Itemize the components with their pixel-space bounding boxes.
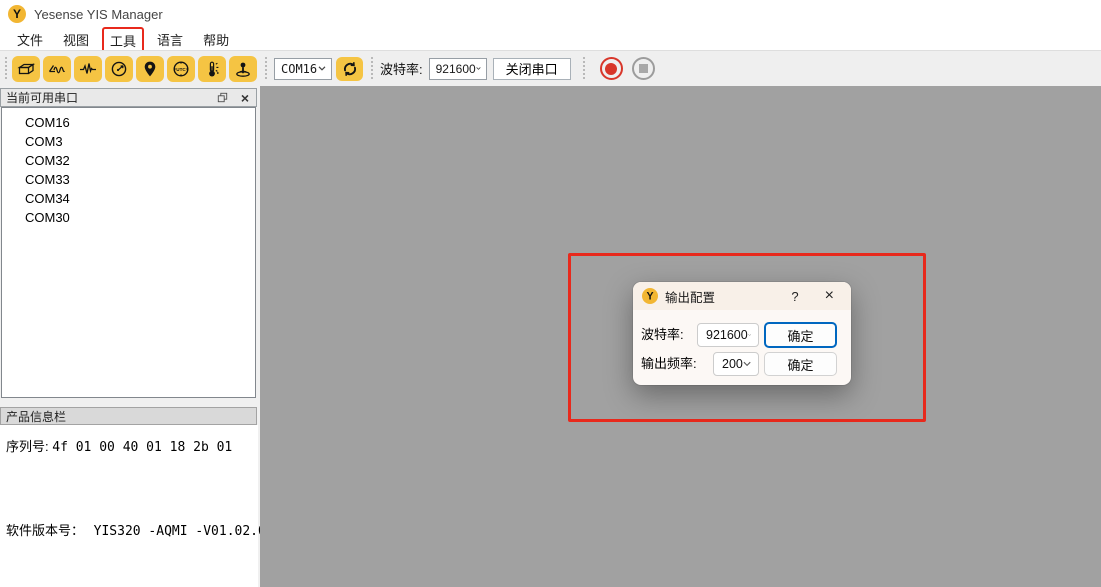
toolbar-drag-handle [264,57,267,81]
port-select-value: COM16 [281,62,317,76]
attitude-curve-button[interactable] [43,56,71,82]
dialog-baud-label: 波特率: [641,323,684,347]
3d-cube-icon [16,60,36,78]
serial-dock-header: 当前可用串口 × [0,88,257,107]
svg-text:Y: Y [646,291,653,303]
chevron-down-icon [318,66,326,71]
menu-file[interactable]: 文件 [10,27,50,52]
svg-text:Y: Y [13,7,21,21]
port-list-item[interactable]: COM30 [2,208,255,227]
port-list-item[interactable]: COM3 [2,132,255,151]
dialog-rate-confirm-button[interactable]: 确定 [764,352,837,376]
baud-rate-label: 波特率: [380,59,423,78]
refresh-ports-button[interactable] [336,57,363,81]
serial-dock-title: 当前可用串口 [6,89,78,106]
attitude-curve-icon [47,60,67,78]
stop-button[interactable] [632,57,655,80]
gauge-button[interactable] [105,56,133,82]
dialog-baud-confirm-button[interactable]: 确定 [764,322,837,348]
output-config-dialog: Y 输出配置 ? × 波特率: 921600 确定 输出频率: 200 确定 [633,282,851,385]
toolbar-drag-handle [4,57,7,81]
serial-number-row: 序列号: 4f 01 00 40 01 18 2b 01 [6,436,232,455]
menu-language[interactable]: 语言 [150,27,190,52]
record-icon [605,63,617,75]
stop-icon [639,64,648,73]
serial-number-label: 序列号: [6,439,49,454]
dialog-baud-select[interactable]: 921600 [697,323,759,347]
dialog-titlebar[interactable]: Y 输出配置 ? × [633,282,851,310]
dialog-close-button[interactable]: × [825,289,834,303]
joystick-icon [233,60,253,78]
product-info-header: 产品信息栏 [0,407,257,425]
refresh-icon [341,60,359,78]
dialog-help-button[interactable]: ? [787,289,802,304]
float-window-icon [217,92,228,103]
software-version-row: 软件版本号： YIS320 -AQMI -V01.02.03; [6,520,281,539]
menu-bar: 文件 视图 工具 语言 帮助 [0,28,1101,50]
port-list-item[interactable]: COM33 [2,170,255,189]
toolbar-drag-handle [370,57,373,81]
baud-rate-value: 921600 [436,62,476,76]
3d-cube-button[interactable] [12,56,40,82]
serial-number-value: 4f 01 00 40 01 18 2b 01 [52,440,232,455]
software-version-value: YIS320 -AQMI -V01.02.03; [94,524,282,539]
main-toolbar: UTC COM16 波特率: [0,50,1101,86]
product-info-body: 序列号: 4f 01 00 40 01 18 2b 01 软件版本号： YIS3… [0,425,258,587]
waveform-button[interactable] [74,56,102,82]
dock-float-button[interactable] [217,92,228,103]
thermometer-icon [202,60,222,78]
port-list-item[interactable]: COM34 [2,189,255,208]
utc-clock-button[interactable]: UTC [167,56,195,82]
port-list-item[interactable]: COM32 [2,151,255,170]
menu-view[interactable]: 视图 [56,27,96,52]
location-button[interactable] [136,56,164,82]
dialog-rate-select[interactable]: 200 [713,352,759,376]
svg-text:UTC: UTC [176,66,186,71]
chevron-down-icon [748,332,751,338]
thermometer-button[interactable] [198,56,226,82]
close-serial-port-button[interactable]: 关闭串口 [493,58,571,80]
record-button[interactable] [600,57,623,80]
window-title: Yesense YIS Manager [34,7,163,22]
toolbar-drag-handle [583,57,586,81]
dialog-rate-value: 200 [722,357,743,371]
chevron-down-icon [743,361,751,367]
software-version-label: 软件版本号： [6,523,84,538]
available-ports-list[interactable]: COM16 COM3 COM32 COM33 COM34 COM30 [1,107,256,398]
app-logo-icon: Y [8,5,26,23]
dock-close-button[interactable]: × [241,92,249,104]
gauge-icon [109,60,129,78]
dialog-rate-label: 输出频率: [641,352,697,376]
dialog-app-logo-icon: Y [642,288,658,304]
port-select[interactable]: COM16 [274,58,332,80]
port-list-item[interactable]: COM16 [2,113,255,132]
dialog-baud-value: 921600 [706,328,748,342]
utc-clock-icon: UTC [171,60,191,78]
product-info-title: 产品信息栏 [6,408,66,425]
waveform-icon [78,60,98,78]
joystick-button[interactable] [229,56,257,82]
location-pin-icon [140,60,160,78]
dialog-title: 输出配置 [665,287,715,306]
chevron-down-icon [476,66,481,71]
baud-rate-select[interactable]: 921600 [429,58,487,80]
menu-help[interactable]: 帮助 [196,27,236,52]
window-titlebar: Y Yesense YIS Manager [0,0,1101,28]
